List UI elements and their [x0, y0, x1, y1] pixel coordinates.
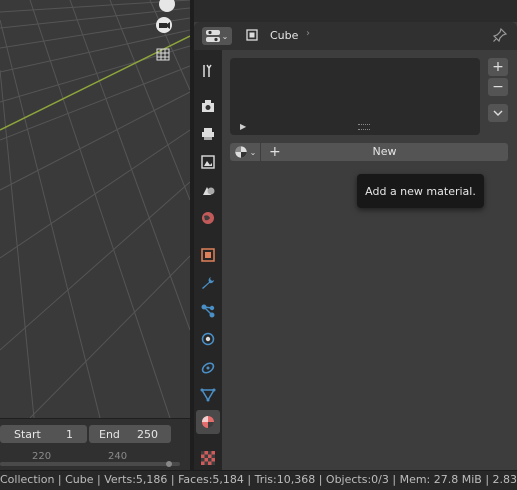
- material-sphere-icon: [234, 146, 247, 158]
- tab-texture[interactable]: [196, 446, 220, 470]
- tab-object[interactable]: [196, 243, 220, 267]
- constraint-icon: [201, 362, 215, 374]
- start-frame-field[interactable]: Start 1: [0, 425, 87, 443]
- material-sphere-icon: [202, 416, 214, 428]
- 3d-viewport[interactable]: [0, 0, 190, 418]
- start-label: Start: [14, 427, 41, 441]
- grid-view-icon[interactable]: [155, 46, 177, 68]
- new-button-label: New: [372, 145, 397, 158]
- end-label: End: [99, 427, 120, 441]
- material-slots-list[interactable]: ▶: [230, 58, 480, 135]
- tab-scene[interactable]: [196, 178, 220, 202]
- physics-orbit-icon: [201, 332, 215, 346]
- status-bar: Collection | Cube | Verts:5,186 | Faces:…: [0, 470, 517, 490]
- status-text: Collection | Cube | Verts:5,186 | Faces:…: [0, 473, 517, 486]
- tab-render[interactable]: [196, 94, 220, 118]
- image-stack-icon: [201, 155, 215, 169]
- browse-material-dropdown[interactable]: ⌄: [230, 143, 260, 161]
- end-value: 250: [137, 427, 158, 441]
- timeline-ruler[interactable]: 220 240: [0, 451, 190, 471]
- chevron-down-icon: ⌄: [249, 147, 257, 157]
- object-name-label: Cube: [270, 29, 299, 42]
- tab-particles[interactable]: [196, 299, 220, 323]
- properties-editor-icon: [205, 30, 220, 42]
- tab-material[interactable]: [196, 410, 220, 434]
- end-frame-field[interactable]: End 250: [89, 425, 171, 443]
- object-icon: [246, 29, 258, 41]
- tab-constraints[interactable]: [196, 355, 220, 379]
- tab-data[interactable]: [196, 383, 220, 407]
- scene-shapes-icon: [203, 187, 215, 195]
- mesh-triangle-icon: [200, 388, 216, 402]
- expand-triangle-icon[interactable]: ▶: [240, 122, 246, 131]
- resize-grip-icon[interactable]: [358, 124, 370, 130]
- tab-physics[interactable]: [196, 327, 220, 351]
- breadcrumb-arrow: ›: [306, 28, 310, 39]
- new-material-button[interactable]: + New: [261, 143, 508, 161]
- editor-type-dropdown[interactable]: ⌄: [202, 27, 232, 45]
- ruler-label: 240: [108, 451, 128, 462]
- tab-modifiers[interactable]: [196, 271, 220, 295]
- camera-view-icon[interactable]: [155, 16, 177, 38]
- timeline-scrollbar[interactable]: [0, 462, 180, 466]
- tab-tool[interactable]: [196, 59, 220, 83]
- pin-icon[interactable]: [492, 27, 508, 45]
- printer-icon: [202, 128, 214, 140]
- timeline-panel: Start 1 End 250 220 240: [0, 418, 190, 471]
- tooltip: Add a new material.: [357, 174, 484, 208]
- chevron-down-icon: [493, 110, 503, 116]
- chevron-down-icon: ⌄: [221, 31, 229, 41]
- globe-icon: [202, 212, 214, 224]
- particles-icon: [201, 304, 215, 318]
- remove-slot-button[interactable]: −: [488, 78, 508, 96]
- properties-header: ⌄ Cube ›: [194, 22, 517, 50]
- tab-view-layer[interactable]: [196, 150, 220, 174]
- start-value: 1: [66, 427, 73, 441]
- slot-specials-button[interactable]: [488, 104, 508, 122]
- tab-world[interactable]: [196, 206, 220, 230]
- object-square-icon: [201, 248, 215, 262]
- camera-back-icon: [202, 100, 214, 112]
- add-slot-button[interactable]: +: [488, 58, 508, 76]
- tab-output[interactable]: [196, 122, 220, 146]
- properties-tabs: [194, 50, 222, 470]
- wrench-icon: [202, 277, 214, 289]
- scrollbar-handle[interactable]: [166, 461, 172, 467]
- checker-texture-icon: [201, 451, 215, 465]
- ruler-label: 220: [32, 451, 52, 462]
- wrench-screwdriver-icon: [203, 64, 212, 77]
